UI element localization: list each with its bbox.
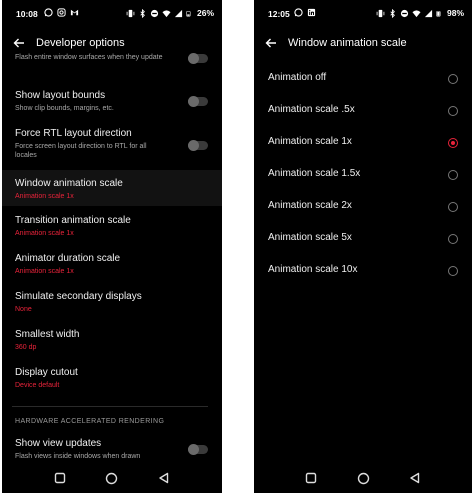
setting-show-view-updates[interactable]: Show view updates Flash views inside win… — [2, 436, 222, 470]
back-triangle-icon[interactable] — [158, 472, 170, 484]
home-circle-icon[interactable] — [357, 472, 370, 485]
radio-button[interactable] — [448, 106, 458, 116]
setting-show-surface-updates[interactable]: Flash entire window surfaces when they u… — [2, 53, 222, 76]
battery-icon — [436, 10, 441, 16]
recents-square-icon[interactable] — [305, 472, 317, 484]
option-label: Animation scale 1x — [268, 136, 352, 147]
battery-percentage: 26% — [196, 8, 214, 18]
setting-transition-animation-scale[interactable]: Transition animation scale Animation sca… — [2, 206, 222, 244]
option-label: Animation scale 5x — [268, 232, 352, 243]
setting-title: Smallest width — [15, 329, 80, 340]
radio-button[interactable] — [448, 74, 458, 84]
status-bar: 12:05 98% — [254, 0, 472, 26]
whatsapp-icon — [44, 8, 53, 17]
battery-icon — [186, 10, 191, 16]
setting-display-cutout[interactable]: Display cutout Device default — [2, 358, 222, 396]
navigation-bar — [254, 469, 472, 487]
battery-percentage: 98% — [446, 8, 464, 18]
option-animation-scale-1.5x[interactable]: Animation scale 1.5x — [254, 160, 472, 190]
radio-button-selected[interactable] — [448, 138, 458, 148]
navigation-bar — [2, 469, 222, 487]
section-header: HARDWARE ACCELERATED RENDERING — [15, 418, 165, 425]
option-animation-scale-2x[interactable]: Animation scale 2x — [254, 192, 472, 222]
back-triangle-icon[interactable] — [409, 472, 421, 484]
setting-title: Animator duration scale — [15, 253, 121, 264]
app-bar: Window animation scale — [254, 32, 472, 56]
signal-icon — [174, 9, 183, 17]
option-label: Animation scale .5x — [268, 104, 355, 115]
option-label: Animation scale 1.5x — [268, 168, 361, 179]
option-animation-off[interactable]: Animation off — [254, 64, 472, 94]
whatsapp-icon — [294, 8, 303, 17]
home-circle-icon[interactable] — [105, 472, 118, 485]
setting-simulate-secondary-displays[interactable]: Simulate secondary displays None — [2, 282, 222, 320]
setting-smallest-width[interactable]: Smallest width 360 dp — [2, 320, 222, 358]
do-not-disturb-icon — [150, 9, 159, 17]
setting-animator-duration-scale[interactable]: Animator duration scale Animation scale … — [2, 244, 222, 282]
vibrate-icon — [126, 9, 135, 17]
linkedin-icon — [307, 8, 316, 17]
gmail-icon — [70, 9, 79, 16]
window-animation-scale-screen: 12:05 98% Window animation scale Animati… — [254, 0, 472, 493]
recents-square-icon[interactable] — [54, 472, 66, 484]
signal-icon — [424, 9, 433, 17]
setting-value: 360 dp — [15, 344, 37, 351]
vibrate-icon — [376, 9, 385, 17]
option-animation-scale-0.5x[interactable]: Animation scale .5x — [254, 96, 472, 126]
setting-window-animation-scale[interactable]: Window animation scale Animation scale 1… — [2, 170, 222, 206]
toggle-switch[interactable] — [188, 53, 208, 64]
toggle-switch[interactable] — [188, 444, 208, 455]
back-arrow-icon[interactable] — [12, 36, 26, 50]
radio-button[interactable] — [448, 266, 458, 276]
setting-subtitle: Force screen layout direction to RTL for… — [15, 143, 147, 159]
notification-icons — [294, 8, 316, 17]
option-label: Animation scale 10x — [268, 264, 358, 275]
setting-subtitle: Flash views inside windows when drawn — [15, 453, 141, 460]
radio-button[interactable] — [448, 234, 458, 244]
toggle-switch[interactable] — [188, 96, 208, 107]
setting-value: Device default — [15, 382, 60, 389]
radio-button[interactable] — [448, 170, 458, 180]
setting-title: Show layout bounds — [15, 90, 106, 101]
setting-title: Force RTL layout direction — [15, 128, 132, 139]
page-title: Developer options — [36, 37, 125, 49]
instagram-icon — [57, 8, 66, 17]
setting-title: Window animation scale — [15, 178, 123, 189]
option-animation-scale-1x[interactable]: Animation scale 1x — [254, 128, 472, 158]
developer-options-screen: 10:08 26% Developer options Flash entire… — [2, 0, 222, 493]
radio-button[interactable] — [448, 202, 458, 212]
setting-title: Simulate secondary displays — [15, 291, 142, 302]
bluetooth-icon — [390, 8, 395, 18]
option-animation-scale-5x[interactable]: Animation scale 5x — [254, 224, 472, 254]
status-bar: 10:08 26% — [2, 0, 222, 26]
system-status-icons: 98% — [376, 8, 464, 18]
system-status-icons: 26% — [126, 8, 214, 18]
setting-show-layout-bounds[interactable]: Show layout bounds Show clip bounds, mar… — [2, 90, 222, 124]
setting-title: Show view updates — [15, 438, 102, 449]
option-label: Animation off — [268, 72, 327, 83]
section-divider — [12, 406, 208, 407]
setting-force-rtl[interactable]: Force RTL layout direction Force screen … — [2, 128, 222, 168]
option-animation-scale-10x[interactable]: Animation scale 10x — [254, 256, 472, 286]
do-not-disturb-icon — [400, 9, 409, 17]
notification-icons — [44, 8, 79, 17]
setting-value: Animation scale 1x — [15, 193, 74, 200]
setting-value: Animation scale 1x — [15, 268, 74, 275]
wifi-icon — [412, 9, 421, 17]
page-title: Window animation scale — [288, 37, 407, 49]
wifi-icon — [162, 9, 171, 17]
setting-title: Transition animation scale — [15, 215, 131, 226]
setting-value: Animation scale 1x — [15, 230, 74, 237]
setting-value: None — [15, 306, 32, 313]
setting-subtitle: Flash entire window surfaces when they u… — [15, 54, 163, 61]
status-time: 12:05 — [268, 9, 290, 19]
bluetooth-icon — [140, 8, 145, 18]
status-time: 10:08 — [16, 9, 38, 19]
option-label: Animation scale 2x — [268, 200, 352, 211]
back-arrow-icon[interactable] — [264, 36, 278, 50]
setting-title: Display cutout — [15, 367, 78, 378]
toggle-switch[interactable] — [188, 140, 208, 151]
setting-subtitle: Show clip bounds, margins, etc. — [15, 105, 114, 112]
